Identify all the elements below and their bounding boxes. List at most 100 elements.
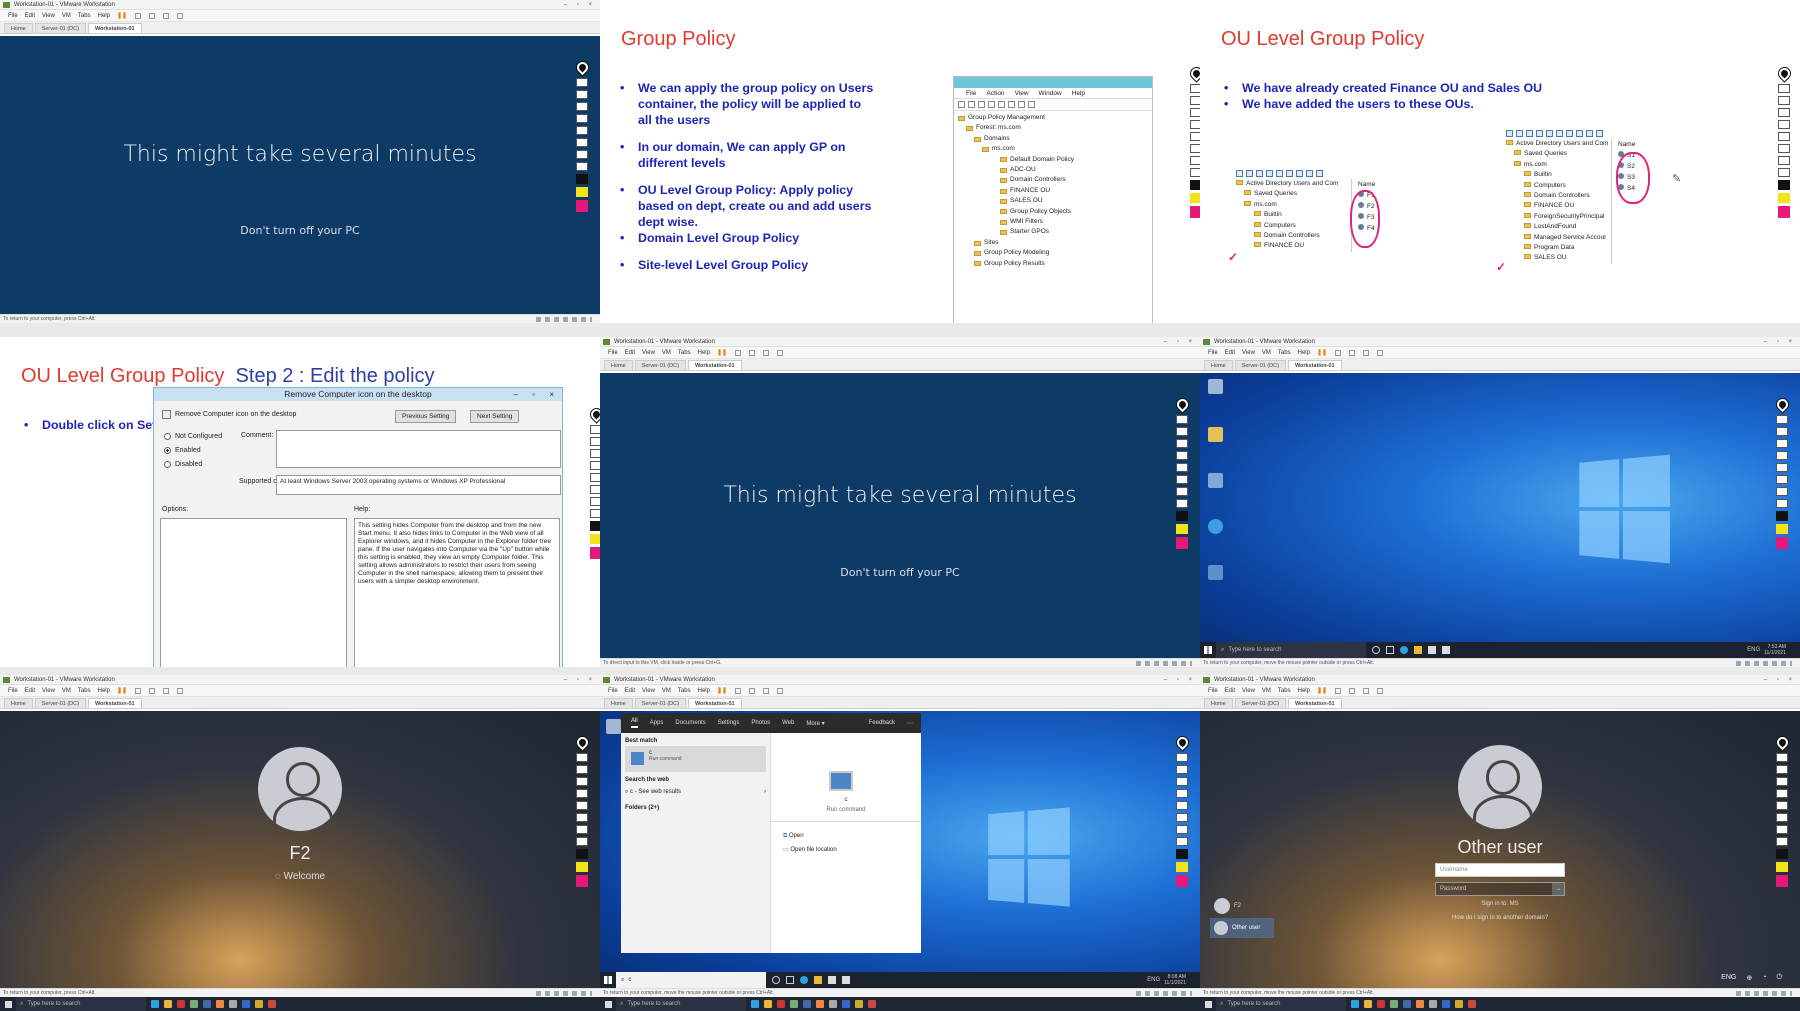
- eraser-icon[interactable]: [1776, 789, 1788, 798]
- network-icon[interactable]: ⊕: [1746, 974, 1752, 982]
- menu-vm[interactable]: VM: [1262, 350, 1271, 356]
- pen-icon[interactable]: [1778, 84, 1790, 93]
- toolbar-icon[interactable]: [777, 687, 784, 694]
- color-magenta[interactable]: [1176, 537, 1188, 549]
- toolbar-icon[interactable]: [763, 349, 770, 356]
- taskbar-search[interactable]: ⌕ Type here to search: [1216, 642, 1366, 658]
- control-panel-icon[interactable]: [1208, 565, 1223, 580]
- pin-icon[interactable]: [574, 59, 590, 76]
- radio-disabled[interactable]: Disabled: [164, 461, 202, 468]
- toolbar-icon[interactable]: [1363, 349, 1370, 356]
- menu-view[interactable]: View: [42, 13, 55, 19]
- color-yellow[interactable]: [1190, 193, 1200, 203]
- edge-icon[interactable]: [1208, 519, 1223, 534]
- color-black[interactable]: [1778, 180, 1790, 190]
- tree-item[interactable]: Program Data: [1506, 243, 1611, 253]
- radio-circle[interactable]: [164, 447, 171, 454]
- pause-icon[interactable]: ❚❚: [1317, 687, 1327, 694]
- shape-icon[interactable]: [590, 473, 600, 482]
- app-icon[interactable]: [1468, 1000, 1476, 1008]
- edge-icon[interactable]: [800, 976, 808, 984]
- vm-screen[interactable]: ⌕ Type here to search ENG 7:53 AM 11/1/202…: [1200, 373, 1800, 658]
- tree-item[interactable]: SALES OU: [958, 196, 1148, 206]
- menu-edit[interactable]: Edit: [625, 350, 635, 356]
- app-icon[interactable]: [216, 1000, 224, 1008]
- pin-icon[interactable]: [1774, 734, 1790, 751]
- color-magenta[interactable]: [1776, 875, 1788, 887]
- app-icon[interactable]: [777, 1000, 785, 1008]
- tree-item[interactable]: Group Policy Management: [958, 113, 1148, 123]
- app-icon[interactable]: [842, 1000, 850, 1008]
- toolbar-icon[interactable]: [163, 12, 170, 19]
- menu-tabs[interactable]: Tabs: [678, 350, 691, 356]
- eraser-icon[interactable]: [1778, 120, 1790, 129]
- tab-workstation-01[interactable]: Workstation-01: [87, 698, 142, 708]
- app-icon[interactable]: [790, 1000, 798, 1008]
- tree-item[interactable]: WMI Filters: [958, 217, 1148, 227]
- back-icon[interactable]: [958, 101, 965, 108]
- trash-icon[interactable]: [576, 825, 588, 834]
- best-match-item[interactable]: c Run command: [625, 746, 766, 772]
- tab-workstation-01[interactable]: Workstation-01: [687, 698, 742, 708]
- color-yellow[interactable]: [576, 187, 588, 197]
- pause-icon[interactable]: ❚❚: [1317, 349, 1327, 356]
- file-explorer-icon[interactable]: [164, 1000, 172, 1008]
- color-yellow[interactable]: [1176, 862, 1188, 872]
- tab-server-01[interactable]: Server-01 (DC): [634, 698, 686, 708]
- app-icon[interactable]: [229, 1000, 237, 1008]
- tree-item[interactable]: Active Directory Users and Com: [1236, 179, 1351, 189]
- tree-item[interactable]: Computers: [1506, 181, 1611, 191]
- pen-icon[interactable]: [1776, 753, 1788, 762]
- menu-help[interactable]: Help: [698, 688, 710, 694]
- menu-vm[interactable]: VM: [662, 688, 671, 694]
- app-icon[interactable]: [268, 1000, 276, 1008]
- refresh-icon[interactable]: [1306, 170, 1313, 177]
- tab-server-01[interactable]: Server-01 (DC): [1234, 360, 1286, 370]
- properties-icon[interactable]: [1296, 170, 1303, 177]
- tree-item[interactable]: Group Policy Modeling: [958, 248, 1148, 258]
- settings-icon[interactable]: [1778, 168, 1790, 177]
- tree-item[interactable]: Starter GPOs: [958, 227, 1148, 237]
- radio-circle[interactable]: [164, 461, 171, 468]
- menu-vm[interactable]: VM: [1262, 688, 1271, 694]
- window-controls[interactable]: – ▫ ×: [1164, 675, 1196, 685]
- settings-icon[interactable]: [1190, 168, 1200, 177]
- trash-icon[interactable]: [1776, 487, 1788, 496]
- filter-settings[interactable]: Settings: [718, 720, 740, 726]
- cursor-icon[interactable]: [590, 437, 600, 446]
- tab-workstation-01[interactable]: Workstation-01: [87, 23, 142, 33]
- tree-item[interactable]: Saved Queries: [1506, 149, 1611, 159]
- radio-circle[interactable]: [164, 433, 171, 440]
- toolbar-icon[interactable]: [135, 12, 142, 19]
- marker-icon[interactable]: [1190, 108, 1200, 117]
- edge-icon[interactable]: [1351, 1000, 1359, 1008]
- host-start-button[interactable]: [1200, 1000, 1216, 1008]
- folder-icon[interactable]: [1256, 170, 1263, 177]
- copy-icon[interactable]: [1546, 130, 1553, 137]
- color-black[interactable]: [1776, 511, 1788, 521]
- tree-item[interactable]: Sites: [958, 238, 1148, 248]
- menu-tabs[interactable]: Tabs: [1278, 688, 1291, 694]
- tree-item[interactable]: Builtin: [1506, 170, 1611, 180]
- app-icon[interactable]: [816, 1000, 824, 1008]
- tray-lang[interactable]: ENG: [1147, 977, 1160, 983]
- help-icon[interactable]: [1316, 170, 1323, 177]
- window-controls[interactable]: – ▫ ×: [514, 388, 560, 401]
- app-icon[interactable]: [1390, 1000, 1398, 1008]
- pen-icon[interactable]: [1190, 84, 1200, 93]
- shape-icon[interactable]: [1176, 801, 1188, 810]
- window-controls[interactable]: – ▫ ×: [1164, 337, 1196, 347]
- app-icon[interactable]: [190, 1000, 198, 1008]
- toolbar-icon[interactable]: [1349, 349, 1356, 356]
- pin-icon[interactable]: [1188, 65, 1200, 82]
- marker-icon[interactable]: [576, 777, 588, 786]
- edge-icon[interactable]: [151, 1000, 159, 1008]
- forward-icon[interactable]: [1246, 170, 1253, 177]
- toolbar-icon[interactable]: [149, 12, 156, 19]
- color-black[interactable]: [590, 521, 600, 531]
- menu-edit[interactable]: Edit: [25, 13, 35, 19]
- power-icon[interactable]: ⏻: [1776, 974, 1782, 982]
- submit-arrow-icon[interactable]: →: [1552, 883, 1564, 895]
- app-icon[interactable]: [177, 1000, 185, 1008]
- menu-edit[interactable]: Edit: [625, 688, 635, 694]
